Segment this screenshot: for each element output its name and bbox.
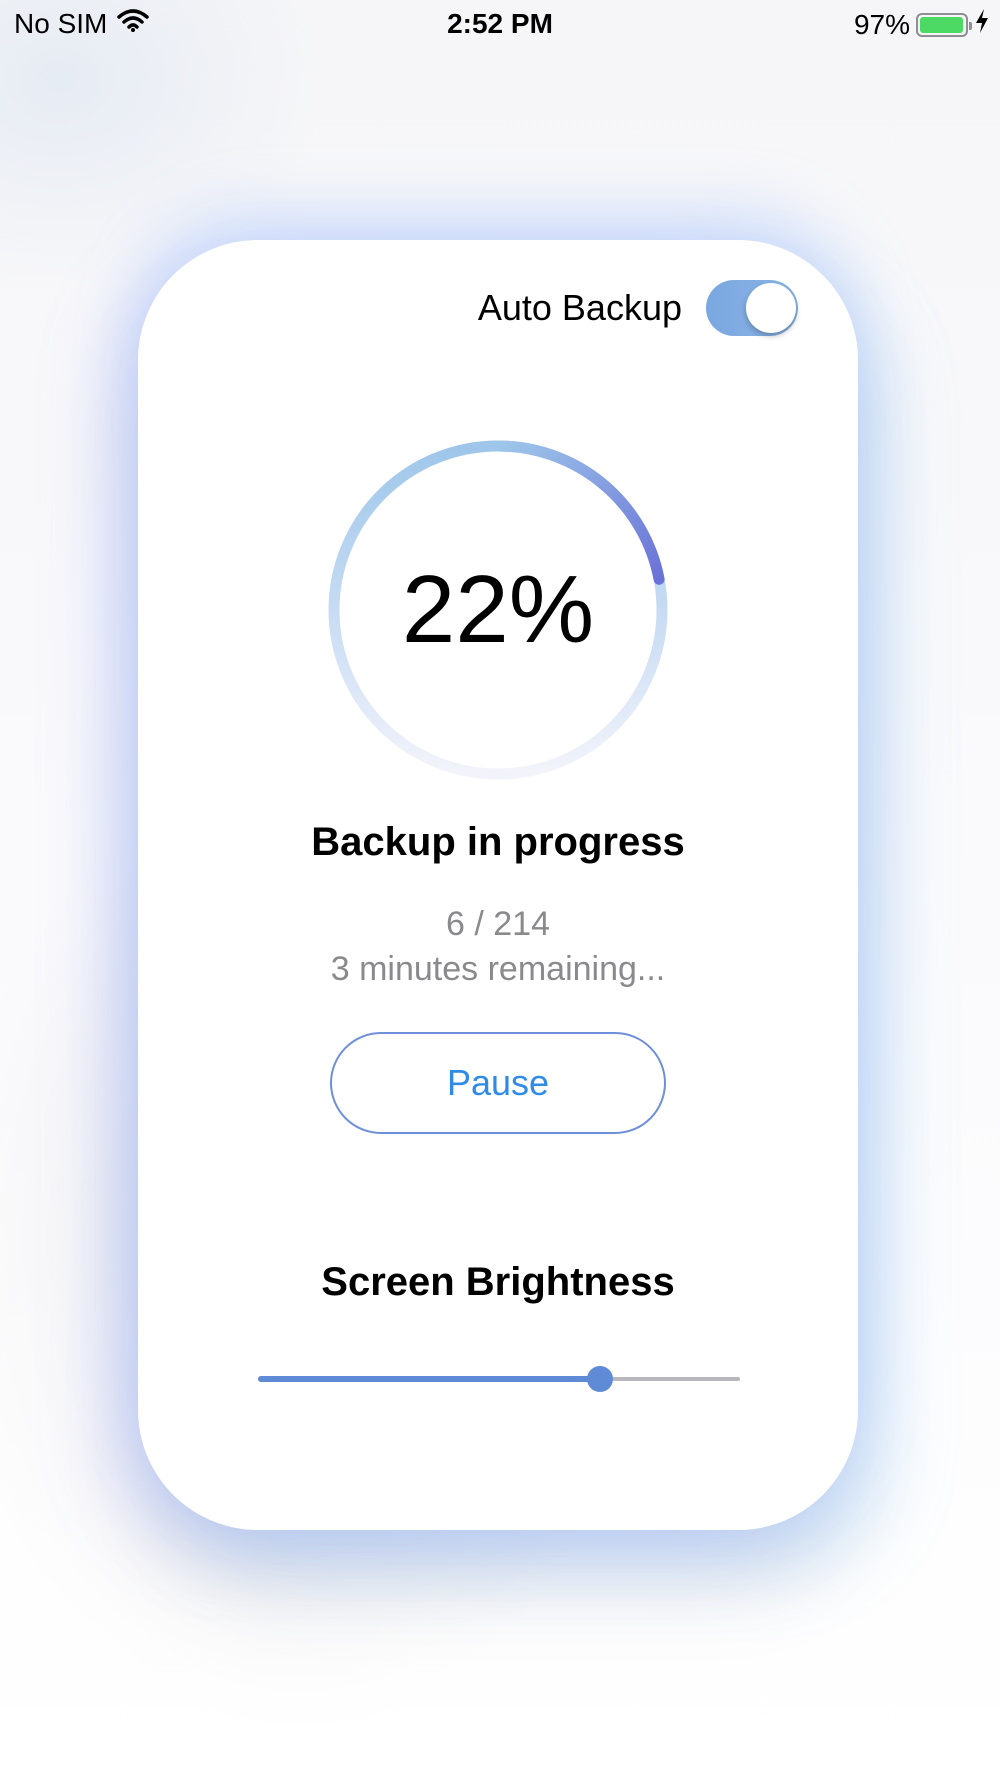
backup-card: Auto Backup 22% Backup in progress 6 / 2… bbox=[138, 240, 858, 1530]
battery-cap bbox=[969, 21, 972, 30]
auto-backup-row: Auto Backup bbox=[478, 280, 798, 336]
status-bar: No SIM 2:52 PM 97% bbox=[0, 0, 1000, 50]
backup-status-title: Backup in progress bbox=[311, 820, 685, 864]
slider-fill bbox=[258, 1376, 601, 1382]
battery-percent: 97% bbox=[853, 8, 910, 40]
toggle-knob bbox=[746, 283, 796, 333]
charging-icon bbox=[974, 8, 990, 41]
backup-count: 6 / 214 bbox=[446, 905, 550, 943]
battery-level-fill bbox=[920, 16, 963, 33]
brightness-slider[interactable] bbox=[258, 1364, 740, 1394]
battery-icon bbox=[916, 12, 972, 37]
auto-backup-label: Auto Backup bbox=[477, 287, 682, 328]
progress-percent: 22% bbox=[401, 556, 595, 663]
time-remaining: 3 minutes remaining... bbox=[330, 950, 666, 988]
auto-backup-toggle[interactable] bbox=[706, 280, 798, 336]
pause-button[interactable]: Pause bbox=[330, 1032, 666, 1134]
brightness-title: Screen Brightness bbox=[321, 1260, 675, 1304]
status-right: 97% bbox=[854, 8, 990, 41]
progress-ring: 22% bbox=[328, 440, 668, 780]
status-time: 2:52 PM bbox=[447, 8, 553, 39]
slider-thumb[interactable] bbox=[587, 1366, 614, 1392]
